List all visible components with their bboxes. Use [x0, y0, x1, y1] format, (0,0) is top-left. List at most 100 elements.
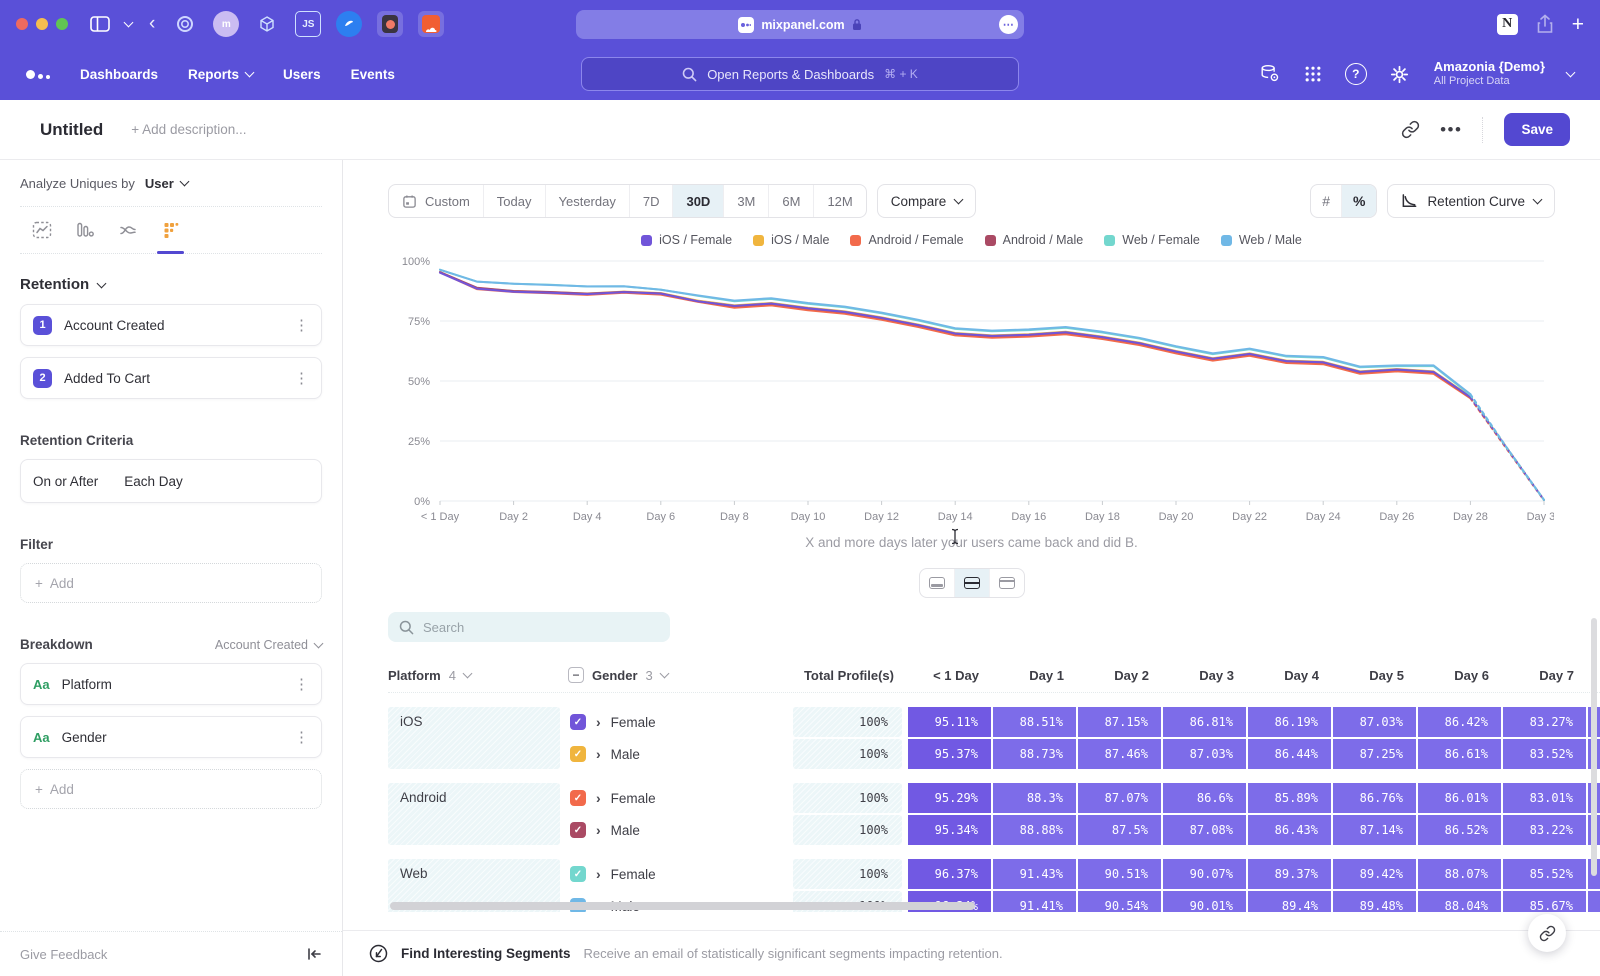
tab-insights[interactable]	[20, 207, 63, 253]
expand-row-icon[interactable]: ›	[596, 790, 601, 806]
global-search[interactable]: Open Reports & Dashboards ⌘ + K	[581, 57, 1019, 91]
range-12m[interactable]: 12M	[813, 185, 865, 217]
range-today[interactable]: Today	[483, 185, 545, 217]
criteria-operator[interactable]: On or After	[33, 474, 98, 489]
retention-value-cell[interactable]: 86.19%	[1248, 707, 1333, 737]
retention-value-cell[interactable]: 87.08%	[1163, 815, 1248, 845]
column-header[interactable]: Day 2	[1078, 668, 1163, 683]
retention-value-cell[interactable]: 86.6%	[1163, 783, 1248, 813]
expand-row-icon[interactable]: ›	[596, 714, 601, 730]
retention-value-cell[interactable]: 89.4%	[1248, 891, 1333, 912]
kebab-menu-icon[interactable]: ⋮	[294, 316, 309, 334]
retention-value-cell[interactable]: 86.44%	[1248, 739, 1333, 769]
nav-dashboards[interactable]: Dashboards	[80, 67, 158, 82]
nav-reports[interactable]: Reports	[188, 67, 253, 82]
notion-icon[interactable]: N	[1497, 14, 1518, 35]
indeterminate-checkbox[interactable]: −	[568, 667, 584, 683]
js-extension-icon[interactable]: JS	[295, 11, 321, 37]
retention-value-cell[interactable]: 88.51%	[993, 707, 1078, 737]
retention-value-cell[interactable]: 95.11%	[908, 707, 993, 737]
column-header[interactable]: Day 5	[1333, 668, 1418, 683]
minimize-window-button[interactable]	[36, 18, 48, 30]
retention-value-cell[interactable]: 85.67%	[1503, 891, 1588, 912]
retention-value-cell[interactable]: 86.01%	[1418, 783, 1503, 813]
retention-value-cell[interactable]: 95.37%	[908, 739, 993, 769]
chart-type-button[interactable]: Retention Curve	[1387, 184, 1555, 218]
retention-value-cell[interactable]: 83.52%	[1503, 739, 1588, 769]
table-search-input[interactable]: Search	[388, 612, 670, 642]
cloud-extension-icon[interactable]	[418, 11, 444, 37]
legend-item[interactable]: iOS / Female	[641, 233, 732, 247]
retention-value-cell[interactable]: 86.42%	[1418, 707, 1503, 737]
legend-item[interactable]: Android / Female	[850, 233, 963, 247]
kebab-menu-icon[interactable]: ⋮	[294, 728, 309, 746]
share-icon[interactable]	[1536, 14, 1554, 34]
close-window-button[interactable]	[16, 18, 28, 30]
save-button[interactable]: Save	[1504, 113, 1570, 146]
column-header[interactable]: Day 1	[993, 668, 1078, 683]
compare-button[interactable]: Compare	[877, 184, 977, 218]
retention-value-cell[interactable]: 87.15%	[1078, 707, 1163, 737]
legend-item[interactable]: iOS / Male	[753, 233, 829, 247]
expand-row-icon[interactable]: ›	[596, 866, 601, 882]
retention-value-cell[interactable]: 83.22%	[1503, 815, 1588, 845]
platform-cell[interactable]: Android	[388, 783, 560, 845]
retention-value-cell[interactable]: 90.54%	[1078, 891, 1163, 912]
project-switcher[interactable]: Amazonia {Demo} All Project Data	[1434, 59, 1545, 89]
m-extension-icon[interactable]: m	[213, 11, 239, 37]
tab-flows[interactable]	[106, 207, 149, 253]
mixpanel-logo[interactable]	[26, 70, 50, 79]
legend-item[interactable]: Web / Male	[1221, 233, 1302, 247]
retention-criteria-card[interactable]: On or After Each Day	[20, 459, 322, 503]
kebab-menu-icon[interactable]: ⋮	[294, 675, 309, 693]
apps-grid-icon[interactable]	[1303, 64, 1323, 84]
copy-link-icon[interactable]	[1401, 120, 1420, 139]
retention-value-cell[interactable]: 87.46%	[1078, 739, 1163, 769]
range-yesterday[interactable]: Yesterday	[545, 185, 629, 217]
kebab-menu-icon[interactable]: ⋮	[294, 369, 309, 387]
help-icon[interactable]: ?	[1345, 63, 1367, 85]
retention-step-1[interactable]: 1 Account Created ⋮	[20, 304, 322, 346]
retention-value-cell[interactable]: 86.52%	[1418, 815, 1503, 845]
retention-value-cell[interactable]: 89.48%	[1333, 891, 1418, 912]
tabs-chevron-icon[interactable]	[124, 18, 134, 28]
platform-column-header[interactable]: Platform 4	[388, 668, 568, 683]
retention-section-label[interactable]: Retention	[20, 276, 322, 293]
retention-value-cell[interactable]: 90.51%	[1078, 859, 1163, 889]
url-options-icon[interactable]: ⋯	[999, 15, 1018, 34]
retention-value-cell[interactable]: 87.03%	[1163, 739, 1248, 769]
breakdown-applies-to-select[interactable]: Account Created	[215, 638, 322, 652]
retention-value-cell[interactable]: 88.73%	[993, 739, 1078, 769]
address-bar[interactable]: mixpanel.com ⋯	[576, 10, 1024, 39]
column-header[interactable]: Day 4	[1248, 668, 1333, 683]
retention-value-cell[interactable]: 86.43%	[1248, 815, 1333, 845]
tab-retention[interactable]	[149, 207, 192, 253]
retention-value-cell[interactable]: 83.27%	[1503, 707, 1588, 737]
vertical-scrollbar[interactable]	[1591, 618, 1597, 876]
retention-value-cell[interactable]: 88.88%	[993, 815, 1078, 845]
expand-row-icon[interactable]: ›	[596, 822, 601, 838]
retention-value-cell[interactable]: 95.29%	[908, 783, 993, 813]
platform-cell[interactable]: iOS	[388, 707, 560, 769]
column-header[interactable]: Day 7	[1503, 668, 1588, 683]
series-checkbox[interactable]: ✓	[570, 714, 586, 730]
expand-row-icon[interactable]: ›	[596, 746, 601, 762]
retention-value-cell[interactable]: 87.14%	[1333, 815, 1418, 845]
retention-value-cell[interactable]: 91.43%	[993, 859, 1078, 889]
series-checkbox[interactable]: ✓	[570, 866, 586, 882]
retention-value-cell[interactable]: 83.01%	[1503, 783, 1588, 813]
data-management-icon[interactable]	[1259, 63, 1281, 85]
retention-step-2[interactable]: 2 Added To Cart ⋮	[20, 357, 322, 399]
mode-percent[interactable]: %	[1341, 185, 1376, 217]
view-chart-only[interactable]	[920, 569, 954, 597]
legend-item[interactable]: Android / Male	[985, 233, 1084, 247]
retention-value-cell[interactable]: 88.04%	[1418, 891, 1503, 912]
retention-value-cell[interactable]: 88.07%	[1418, 859, 1503, 889]
range-30d[interactable]: 30D	[672, 185, 723, 217]
segments-title[interactable]: Find Interesting Segments	[401, 946, 571, 961]
retention-value-cell[interactable]: 87.5%	[1078, 815, 1163, 845]
retention-value-cell[interactable]: 87.03%	[1333, 707, 1418, 737]
tab-funnels[interactable]	[63, 207, 106, 253]
retention-value-cell[interactable]: 91.41%	[993, 891, 1078, 912]
range-7d[interactable]: 7D	[629, 185, 673, 217]
